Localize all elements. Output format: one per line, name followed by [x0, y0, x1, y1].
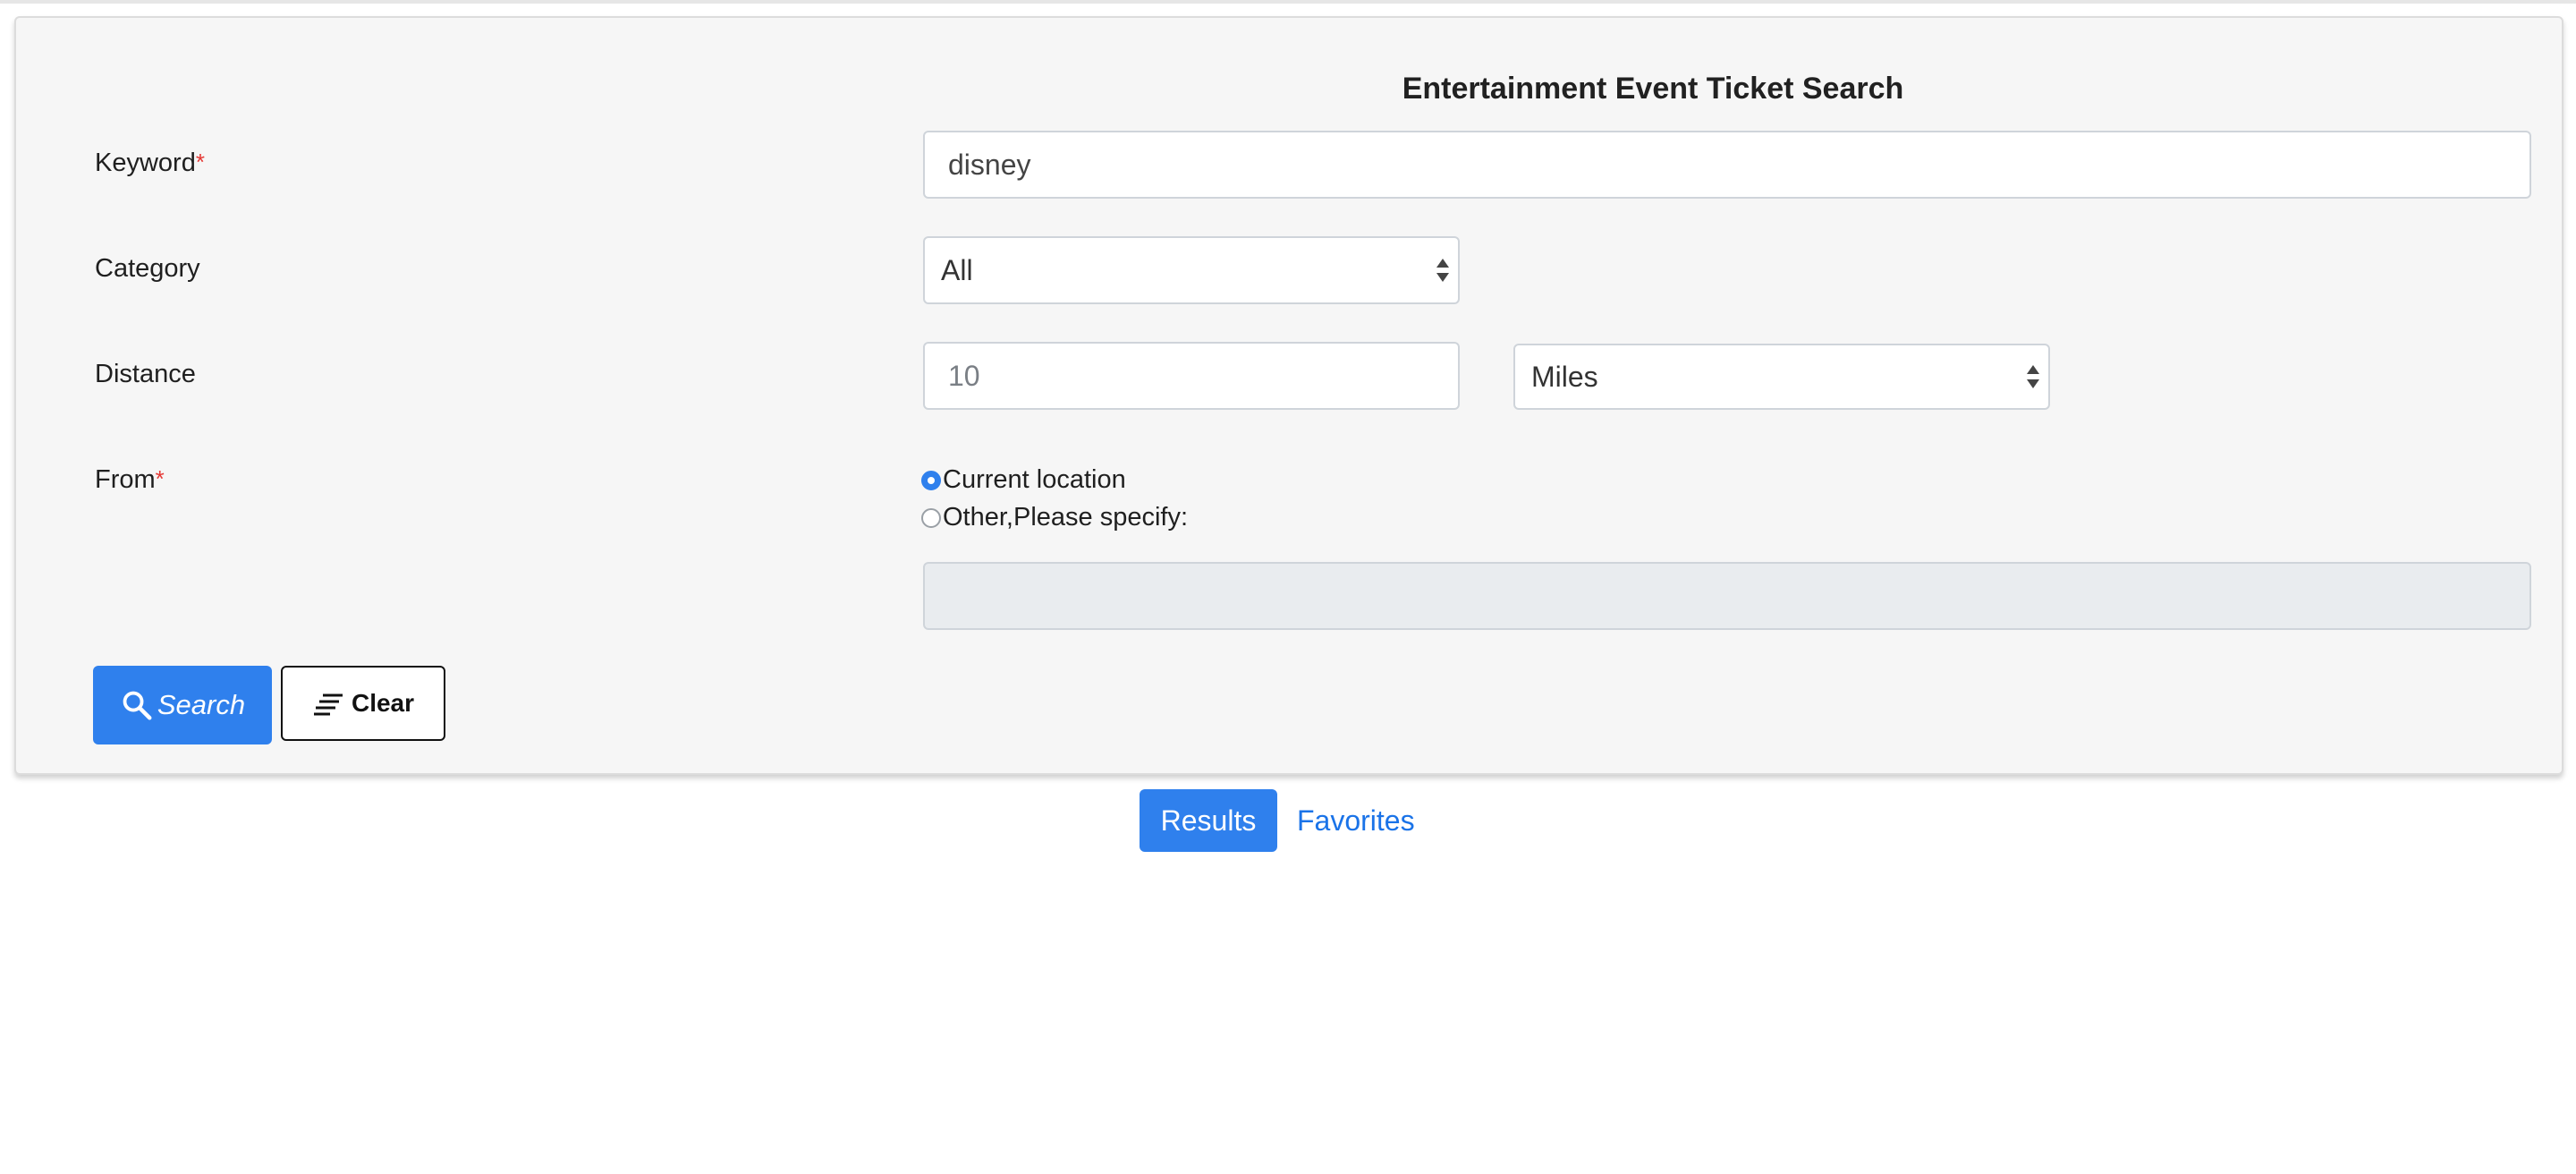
keyword-label-text: Keyword	[95, 149, 196, 177]
search-button[interactable]: Search	[93, 666, 272, 744]
tab-favorites[interactable]: Favorites	[1297, 789, 1415, 852]
keyword-input[interactable]: disney	[923, 131, 2531, 199]
radio-current-location[interactable]: Current location	[921, 465, 1126, 495]
select-arrows-icon	[1436, 259, 1449, 282]
clear-button[interactable]: Clear	[281, 666, 445, 741]
distance-label: Distance	[95, 360, 196, 388]
search-icon	[123, 691, 152, 720]
top-divider	[0, 0, 2576, 4]
required-asterisk: *	[155, 465, 165, 492]
radio-current-location-label: Current location	[943, 465, 1126, 494]
tab-results[interactable]: Results	[1140, 789, 1277, 852]
category-label: Category	[95, 254, 200, 283]
category-selected-value: All	[941, 253, 973, 286]
search-form-panel: Entertainment Event Ticket Search Keywor…	[14, 16, 2563, 775]
clear-button-label: Clear	[351, 689, 415, 717]
required-asterisk: *	[195, 149, 205, 175]
radio-button-unchecked[interactable]	[921, 507, 941, 528]
distance-input[interactable]: 10	[923, 342, 1460, 410]
from-label: From*	[95, 465, 165, 495]
keyword-label: Keyword*	[95, 149, 205, 178]
clear-lines-icon	[313, 693, 343, 716]
keyword-input-value: disney	[948, 148, 1031, 181]
search-button-label: Search	[157, 689, 246, 720]
distance-unit-select[interactable]: Miles	[1513, 344, 2050, 410]
radio-button-checked[interactable]	[921, 470, 941, 490]
category-select[interactable]: All	[923, 236, 1460, 304]
other-location-input	[923, 562, 2531, 630]
distance-unit-value: Miles	[1531, 360, 1598, 393]
select-arrows-icon	[2027, 365, 2039, 388]
radio-other-location[interactable]: Other,Please specify:	[921, 503, 1188, 532]
form-title: Entertainment Event Ticket Search	[1402, 72, 1904, 106]
distance-placeholder: 10	[948, 359, 980, 392]
from-label-text: From	[95, 465, 156, 494]
radio-other-location-label: Other,Please specify:	[943, 503, 1189, 532]
